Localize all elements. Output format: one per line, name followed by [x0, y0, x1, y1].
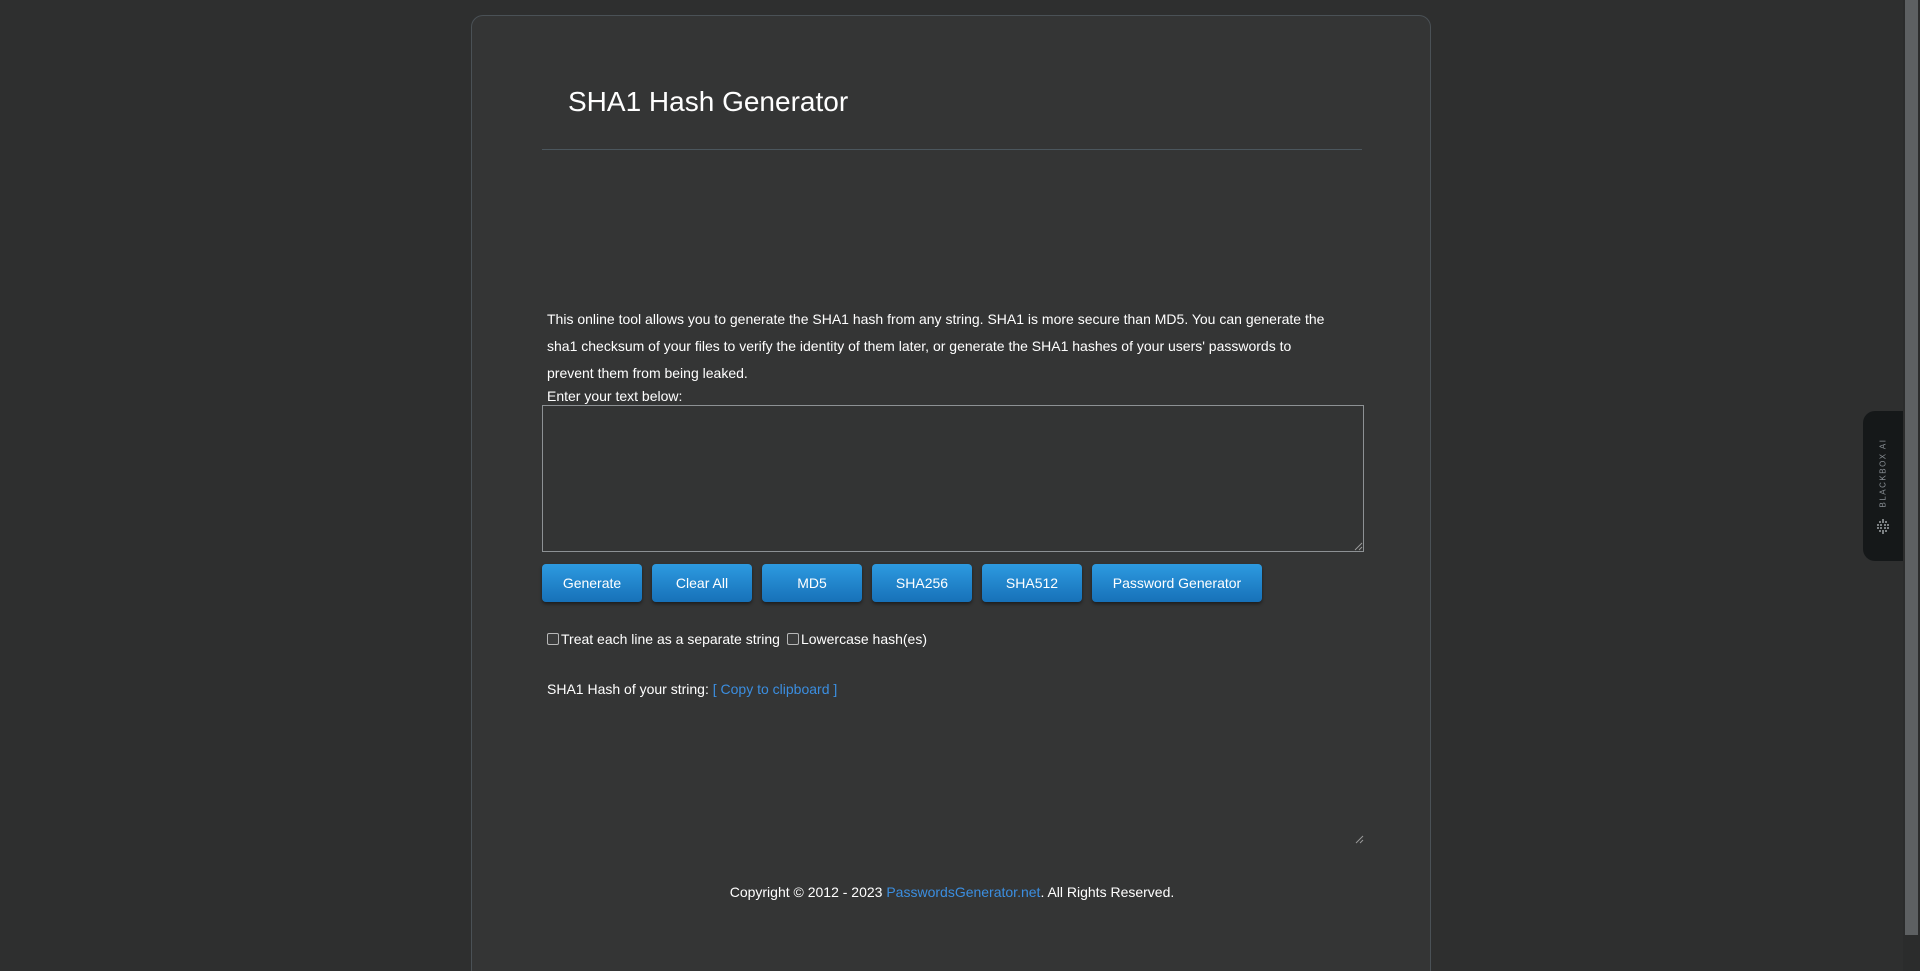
- hash-options: Treat each line as a separate string Low…: [547, 631, 927, 647]
- lowercase-label[interactable]: Lowercase hash(es): [801, 631, 927, 647]
- password-generator-button[interactable]: Password Generator: [1092, 564, 1262, 602]
- separate-lines-label[interactable]: Treat each line as a separate string: [561, 631, 780, 647]
- copy-to-clipboard-link[interactable]: [ Copy to clipboard ]: [713, 681, 838, 697]
- input-prompt: Enter your text below:: [547, 388, 683, 404]
- footer-site-link[interactable]: PasswordsGenerator.net: [886, 884, 1040, 900]
- footer-rights: . All Rights Reserved.: [1040, 884, 1175, 900]
- lowercase-checkbox[interactable]: [786, 633, 799, 645]
- page: SHA1 Hash Generator This online tool all…: [0, 0, 1920, 971]
- text-input[interactable]: [542, 405, 1364, 552]
- side-tab-label: BLACKBOX AI: [1878, 438, 1888, 508]
- sha256-button[interactable]: SHA256: [872, 564, 972, 602]
- blackbox-ai-side-tab[interactable]: BLACKBOX AI: [1863, 411, 1903, 561]
- clear-all-button[interactable]: Clear All: [652, 564, 752, 602]
- resize-handle-icon[interactable]: [1353, 541, 1363, 551]
- hash-result-line: SHA1 Hash of your string: [ Copy to clip…: [547, 681, 837, 697]
- footer: Copyright © 2012 - 2023 PasswordsGenerat…: [472, 884, 1432, 900]
- output-resize-handle-icon[interactable]: [1354, 834, 1364, 844]
- page-title: SHA1 Hash Generator: [568, 86, 849, 117]
- tool-description: This online tool allows you to generate …: [547, 311, 1325, 381]
- md5-button[interactable]: MD5: [762, 564, 862, 602]
- generate-button[interactable]: Generate: [542, 564, 642, 602]
- title-divider: [542, 149, 1362, 150]
- hash-result-label: SHA1 Hash of your string:: [547, 681, 709, 697]
- separate-lines-checkbox[interactable]: [547, 633, 559, 645]
- footer-copyright: Copyright © 2012 - 2023: [729, 884, 887, 900]
- sha512-button[interactable]: SHA512: [982, 564, 1082, 602]
- blackbox-logo-icon: [1877, 519, 1889, 534]
- scrollbar-thumb[interactable]: [1905, 0, 1918, 935]
- main-card: SHA1 Hash Generator This online tool all…: [471, 15, 1431, 971]
